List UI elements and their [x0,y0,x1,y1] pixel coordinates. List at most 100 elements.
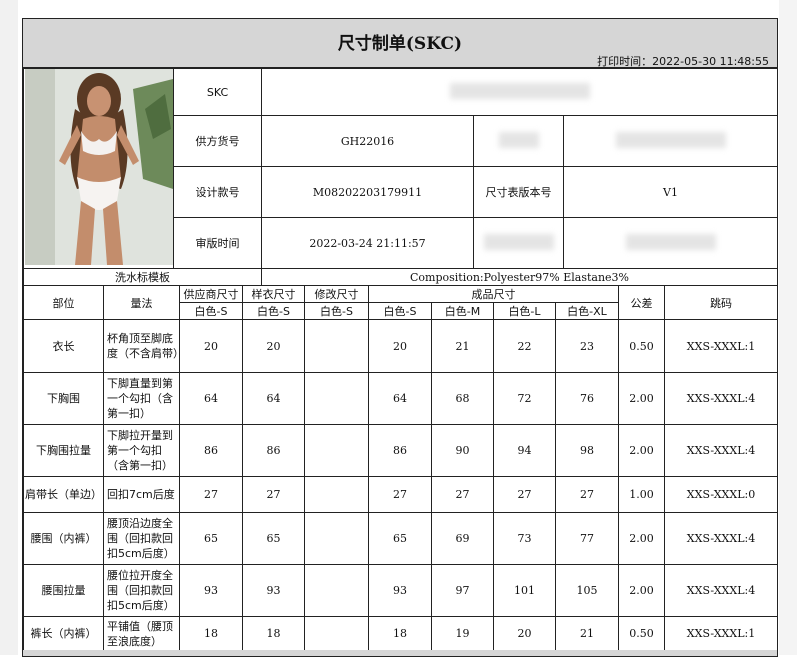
redacted-block [483,233,554,250]
cell-modify [304,564,369,617]
window-edge-left [0,0,18,655]
cell-jump: XXS-XXXL:4 [664,564,778,617]
cell-m: 21 [431,319,494,373]
title-bar: 尺寸制单(SKC) 打印时间：2022-05-30 11:48:55 [23,19,777,68]
cell-supplier: 20 [179,319,243,373]
cell-s: 27 [368,476,432,513]
cell-s: 93 [368,564,432,617]
cell-sample: 27 [242,476,305,513]
cell-jump: XXS-XXXL:4 [664,372,778,425]
sub-modify: 白色-S [304,302,369,320]
size-version-label: 尺寸表版本号 [473,166,564,218]
cell-supplier: 64 [179,372,243,425]
cell-part: 腰围拉量 [23,564,104,617]
review-time-label: 审版时间 [173,217,262,269]
cell-l: 72 [493,372,556,425]
cell-modify [304,424,369,477]
cell-m: 69 [431,512,494,565]
redacted-value-2 [563,217,778,269]
cell-m: 97 [431,564,494,617]
cell-method: 平铺值（腰顶至浪底度） [103,616,180,651]
redacted-skc [449,82,590,99]
cell-method: 下脚直量到第一个勾扣（含第一扣） [103,372,180,425]
header-method: 量法 [103,285,180,320]
size-table: 部位 量法 供应商尺寸 样衣尺寸 修改尺寸 成品尺寸 公差 跳码 白色-S 白色… [23,285,778,651]
redacted-label-1 [473,115,564,167]
sub-supplier: 白色-S [179,302,243,320]
table-row: 下胸围 下脚直量到第一个勾扣（含第一扣） 64 64 64 68 72 76 2… [23,372,778,425]
cell-modify [304,372,369,425]
cell-tolerance: 2.00 [618,372,665,425]
cell-method: 回扣7cm后度 [103,476,180,513]
cell-part: 下胸围拉量 [23,424,104,477]
bottom-strip [23,650,777,656]
table-row: 腰围拉量 腰位拉开度全围（回扣款回扣5cm后度） 93 93 93 97 101… [23,564,778,617]
supplier-no-value: GH22016 [261,115,474,167]
cell-l: 73 [493,512,556,565]
design-no-value: M08202203179911 [261,166,474,218]
supplier-no-label: 供方货号 [173,115,262,167]
cell-jump: XXS-XXXL:4 [664,512,778,565]
cell-modify [304,476,369,513]
cell-tolerance: 0.50 [618,319,665,373]
cell-l: 101 [493,564,556,617]
cell-part: 腰围（内裤） [23,512,104,565]
cell-l: 27 [493,476,556,513]
cell-xl: 76 [555,372,619,425]
skc-value [261,68,778,116]
cell-s: 18 [368,616,432,651]
window-edge-right [779,0,797,655]
cell-xl: 77 [555,512,619,565]
cell-part: 肩带长（单边） [23,476,104,513]
table-row: 衣长 杯角顶至脚底度（不含肩带） 20 20 20 21 22 23 0.50 … [23,319,778,373]
cell-xl: 21 [555,616,619,651]
cell-supplier: 86 [179,424,243,477]
cell-l: 22 [493,319,556,373]
header-tolerance: 公差 [618,285,665,320]
header-sample-size: 样衣尺寸 [242,285,305,303]
review-time-value: 2022-03-24 21:11:57 [261,217,474,269]
header-supplier-size: 供应商尺寸 [179,285,243,303]
cell-method: 腰位拉开度全围（回扣款回扣5cm后度） [103,564,180,617]
model-photo-icon [24,69,173,265]
document-title: 尺寸制单(SKC) [337,34,463,54]
sub-size-s: 白色-S [368,302,432,320]
table-row: 肩带长（单边） 回扣7cm后度 27 27 27 27 27 27 1.00 X… [23,476,778,513]
cell-sample: 64 [242,372,305,425]
cell-modify [304,616,369,651]
print-time: 打印时间：2022-05-30 11:48:55 [597,55,769,68]
cell-m: 19 [431,616,494,651]
redacted-label-2 [473,217,564,269]
wash-label-label: 洗水标模板 [23,268,262,286]
composition: Composition:Polyester97% Elastane3% [261,268,778,286]
product-photo [23,68,174,269]
cell-xl: 98 [555,424,619,477]
redacted-block [498,131,539,148]
cell-xl: 27 [555,476,619,513]
table-row: 裤长（内裤） 平铺值（腰顶至浪底度） 18 18 18 19 20 21 0.5… [23,616,778,651]
cell-part: 下胸围 [23,372,104,425]
cell-jump: XXS-XXXL:0 [664,476,778,513]
cell-modify [304,512,369,565]
cell-part: 裤长（内裤） [23,616,104,651]
cell-l: 94 [493,424,556,477]
sub-size-xl: 白色-XL [555,302,619,320]
sub-sample: 白色-S [242,302,305,320]
cell-supplier: 18 [179,616,243,651]
cell-tolerance: 1.00 [618,476,665,513]
design-no-label: 设计款号 [173,166,262,218]
table-row: 腰围（内裤） 腰顶沿边度全围（回扣款回扣5cm后度） 65 65 65 69 7… [23,512,778,565]
cell-xl: 23 [555,319,619,373]
cell-l: 20 [493,616,556,651]
info-table: SKC 供方货号 GH22016 设计款号 M08202203179911 尺寸… [23,68,778,286]
cell-part: 衣长 [23,319,104,373]
header-jump: 跳码 [664,285,778,320]
skc-label: SKC [173,68,262,116]
cell-tolerance: 2.00 [618,564,665,617]
cell-m: 27 [431,476,494,513]
cell-tolerance: 2.00 [618,424,665,477]
header-part: 部位 [23,285,104,320]
cell-sample: 20 [242,319,305,373]
cell-jump: XXS-XXXL:4 [664,424,778,477]
cell-sample: 86 [242,424,305,477]
